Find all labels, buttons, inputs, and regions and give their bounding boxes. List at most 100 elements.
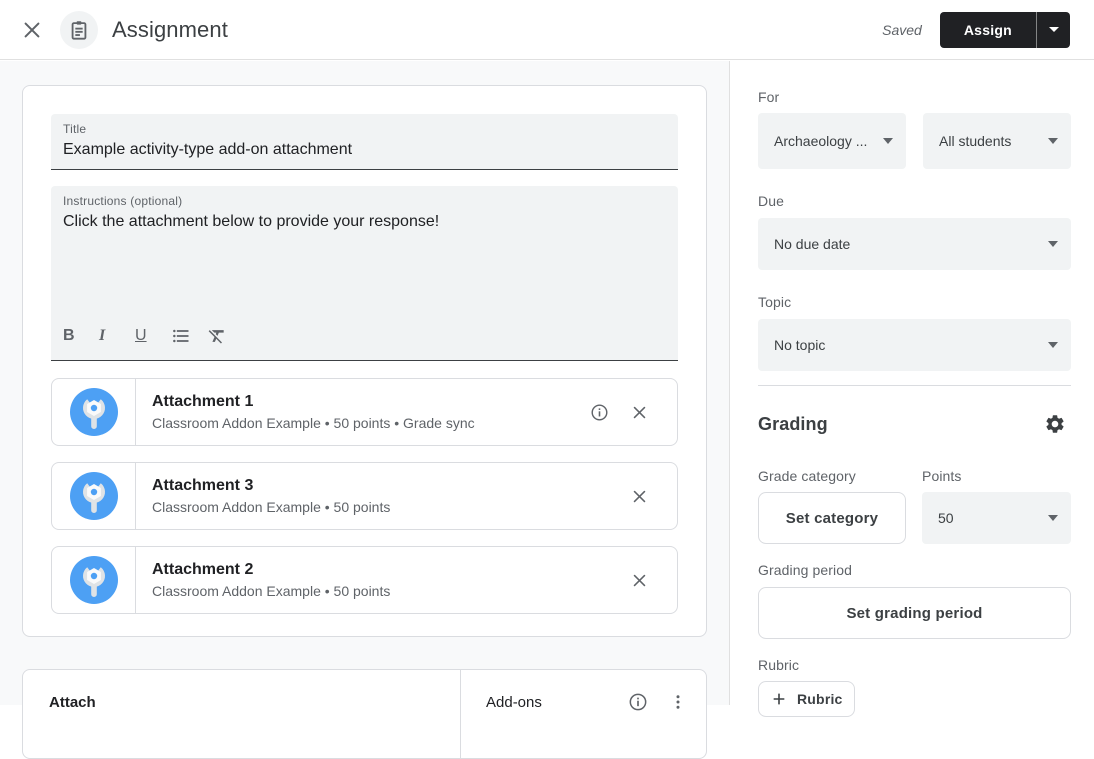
grading-labels-row: Grade category Points — [758, 468, 1071, 484]
topic-label: Topic — [758, 294, 792, 310]
students-select[interactable]: All students — [923, 113, 1071, 169]
close-icon — [633, 574, 645, 586]
grading-controls-row: Set category 50 — [758, 492, 1071, 544]
attachment-info: Attachment 3 Classroom Addon Example • 5… — [136, 463, 619, 529]
caret-down-icon — [1048, 342, 1058, 348]
gear-icon — [1046, 415, 1064, 433]
due-date-select-value: No due date — [774, 236, 851, 252]
caret-down-icon — [1048, 27, 1059, 32]
attachment-title: Attachment 2 — [152, 561, 254, 578]
close-icon — [24, 22, 40, 37]
assign-dropdown-button[interactable] — [1037, 11, 1070, 48]
caret-down-icon — [883, 138, 893, 144]
main-content-pane: Title Example activity-type add-on attac… — [0, 61, 730, 759]
title-field[interactable]: Title Example activity-type add-on attac… — [51, 114, 678, 170]
addon-wrench-icon — [69, 556, 118, 604]
underline-button[interactable]: U — [135, 324, 171, 348]
grading-settings-button[interactable] — [1039, 408, 1071, 440]
for-controls: Archaeology ... All students — [758, 113, 1071, 169]
caret-down-icon — [1048, 515, 1058, 521]
attachment-remove-button[interactable] — [619, 392, 659, 432]
assignment-clipboard-icon — [71, 20, 87, 40]
grading-heading: Grading — [758, 413, 828, 434]
title-field-value[interactable]: Example activity-type add-on attachment — [63, 141, 666, 159]
topic-select[interactable]: No topic — [758, 319, 1071, 371]
course-select[interactable]: Archaeology ... — [758, 113, 906, 169]
bulleted-list-icon — [173, 329, 189, 343]
instructions-field[interactable]: Instructions (optional) Click the attach… — [51, 186, 678, 361]
info-icon — [629, 693, 647, 711]
grading-period-label: Grading period — [758, 562, 853, 578]
attach-card: Attach Add-ons — [22, 669, 707, 759]
points-select-value: 50 — [938, 510, 954, 526]
students-select-value: All students — [939, 133, 1012, 149]
attachment-remove-button[interactable] — [619, 560, 659, 600]
close-icon — [633, 490, 645, 502]
points-select[interactable]: 50 — [922, 492, 1071, 544]
for-label: For — [758, 89, 780, 105]
attachment-meta: Classroom Addon Example • 50 points • Gr… — [152, 415, 475, 431]
grade-category-label: Grade category — [758, 468, 856, 484]
top-bar: Assignment Saved Assign — [0, 0, 1094, 60]
assignment-type-badge — [60, 10, 98, 49]
set-category-button[interactable]: Set category — [758, 492, 906, 544]
attachment-actions — [619, 463, 677, 529]
assignment-form-card: Title Example activity-type add-on attac… — [22, 85, 707, 637]
attachment-meta: Classroom Addon Example • 50 points — [152, 499, 391, 515]
clear-formatting-button[interactable] — [207, 324, 243, 348]
page-title: Assignment — [112, 16, 228, 42]
instructions-field-value[interactable]: Click the attachment below to provide yo… — [63, 213, 666, 231]
attachment-icon-cell — [52, 547, 136, 613]
attachment-info: Attachment 2 Classroom Addon Example • 5… — [136, 547, 619, 613]
attachment-title: Attachment 1 — [152, 393, 254, 410]
attachment-icon-cell — [52, 379, 136, 445]
instructions-field-label: Instructions (optional) — [63, 194, 183, 208]
addons-overflow-menu-button[interactable] — [658, 682, 698, 722]
addons-label: Add-ons — [486, 693, 542, 711]
attach-section: Attach — [23, 670, 461, 758]
bold-button[interactable]: B — [63, 324, 99, 348]
close-icon — [633, 406, 645, 418]
add-rubric-button[interactable]: Rubric — [758, 681, 855, 717]
topbar-actions: Saved Assign — [882, 11, 1082, 48]
attach-label: Attach — [49, 693, 96, 711]
close-button[interactable] — [12, 10, 52, 50]
addons-info-button[interactable] — [618, 682, 658, 722]
attachment-title: Attachment 3 — [152, 477, 254, 494]
points-label: Points — [922, 468, 962, 484]
set-grading-period-button[interactable]: Set grading period — [758, 587, 1071, 639]
attachment-row[interactable]: Attachment 1 Classroom Addon Example • 5… — [51, 378, 678, 446]
divider — [758, 385, 1071, 386]
grade-category-cell: Set category — [758, 492, 922, 544]
assign-button[interactable]: Assign — [939, 11, 1037, 48]
italic-button[interactable]: I — [99, 324, 135, 348]
attachment-remove-button[interactable] — [619, 476, 659, 516]
formatting-toolbar: B I U — [63, 324, 666, 350]
bulleted-list-button[interactable] — [171, 324, 207, 348]
attachment-row[interactable]: Attachment 3 Classroom Addon Example • 5… — [51, 462, 678, 530]
attachment-row[interactable]: Attachment 2 Classroom Addon Example • 5… — [51, 546, 678, 614]
attachment-icon-cell — [52, 463, 136, 529]
kebab-menu-icon — [676, 695, 680, 709]
rubric-label: Rubric — [758, 657, 800, 673]
assign-split-button: Assign — [939, 11, 1070, 48]
info-icon — [591, 404, 607, 420]
saved-status: Saved — [882, 21, 922, 38]
clear-formatting-icon — [208, 330, 224, 344]
topic-select-value: No topic — [774, 337, 826, 353]
addons-section: Add-ons — [461, 670, 706, 758]
settings-sidebar: For Archaeology ... All students Due No … — [731, 61, 1094, 717]
caret-down-icon — [1048, 138, 1058, 144]
attachment-info: Attachment 1 Classroom Addon Example • 5… — [136, 379, 579, 445]
due-date-select[interactable]: No due date — [758, 218, 1071, 270]
addon-wrench-icon — [69, 472, 118, 520]
caret-down-icon — [1048, 241, 1058, 247]
grading-header: Grading — [758, 408, 1071, 440]
attachment-meta: Classroom Addon Example • 50 points — [152, 583, 391, 599]
title-field-label: Title — [63, 122, 87, 136]
addon-wrench-icon — [69, 388, 118, 436]
course-select-value: Archaeology ... — [774, 133, 868, 149]
due-label: Due — [758, 193, 784, 209]
attachment-info-button[interactable] — [579, 392, 619, 432]
attachment-actions — [579, 379, 677, 445]
